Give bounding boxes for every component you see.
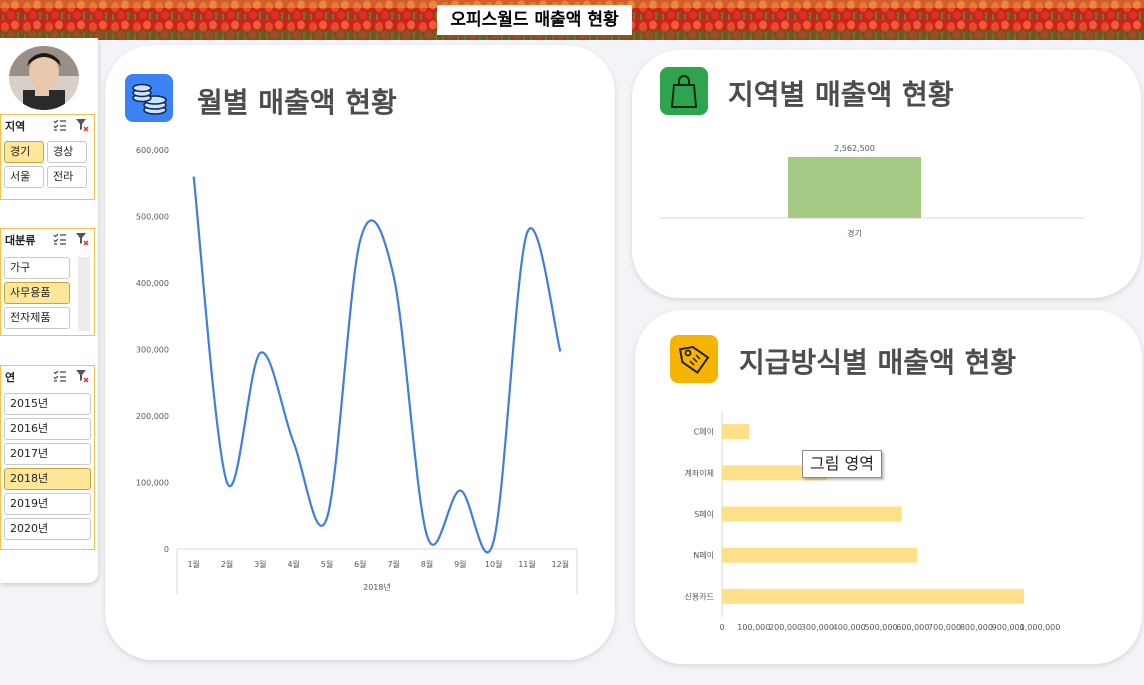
payment-x-tick-label: 100,000 [737,623,770,632]
payment-x-tick-label: 300,000 [801,623,834,632]
slicer-item-office-supplies[interactable]: 사무용품 [4,282,70,304]
year-slicer-header: 연 [5,371,16,384]
payment-hbar-chart[interactable]: C페이계좌이체 S페이 N페이신용카드 0 100,000200,000300,0004… [635,405,1105,640]
monthly-sales-card: 월별 매출액 현황 0 100,000 200,000 300,000 400,000 5… [105,45,615,660]
payment-x-tick-label: 0 [719,623,724,632]
payment-card-title: 지급방식별 매출액 현황 [739,346,1017,379]
profile-photo [9,46,79,110]
y-tick-label: 300,000 [136,346,169,355]
multi-select-icon[interactable] [53,118,67,132]
region-slicer-header: 지역 [5,120,26,133]
region-bar[interactable] [788,157,921,218]
slicer-scrollbar[interactable] [78,257,90,331]
region-data-label: 2,562,500 [834,144,875,153]
payment-bar[interactable] [722,588,1025,604]
dashboard-title: 오피스월드 매출액 현황 [437,5,632,35]
x-tick-label: 8월 [421,559,433,569]
plot-area-tooltip: 그림 영역 [802,450,882,478]
payment-category-label: N페이 [693,550,714,560]
y-tick-label: 400,000 [136,279,169,288]
monthly-line-chart[interactable]: 0 100,000 200,000 300,000 400,000 500,000 600,… [125,140,605,610]
slicer-item-jeolla[interactable]: 전라 [47,166,87,188]
y-tick-label: 0 [164,545,169,554]
slicer-item-2017[interactable]: 2017년 [4,443,91,465]
x-tick-label: 9월 [454,559,466,569]
region-bar-chart[interactable]: 2,562,500 경기 [657,140,1097,250]
slicer-item-2018[interactable]: 2018년 [4,468,91,490]
payment-bar[interactable] [722,506,902,522]
x-tick-label: 1월 [187,559,199,569]
slicer-item-seoul[interactable]: 서울 [4,166,44,188]
x-tick-label: 11월 [518,559,536,569]
slicer-item-2020[interactable]: 2020년 [4,518,91,540]
clear-filter-icon[interactable] [75,232,89,246]
x-axis-title: 2018년 [363,582,391,592]
x-tick-label: 4월 [287,559,299,569]
region-slicer: 지역 경기 경상 서울 전라 [0,114,95,200]
payment-category-label: S페이 [694,509,714,519]
payment-x-tick-label: 400,000 [833,623,866,632]
tulip-banner: 오피스월드 매출액 현황 [0,0,1144,40]
coins-icon [132,83,167,115]
region-category-label: 경기 [847,228,862,238]
x-tick-label: 12월 [552,559,570,569]
payment-category-label: 신용카드 [685,592,714,601]
payment-bar[interactable] [722,424,750,440]
payment-tile [670,335,718,383]
monthly-tile [125,74,173,122]
sales-line-series[interactable] [192,176,562,554]
x-tick-label: 3월 [254,559,266,569]
region-card-title: 지역별 매출액 현황 [728,78,954,111]
slicer-item-2015[interactable]: 2015년 [4,393,91,415]
y-tick-label: 100,000 [136,479,169,488]
category-slicer-header: 대분류 [5,234,36,247]
year-slicer: 연 2015년 2016년 2017년 2018년 2019년 2020년 [0,365,95,550]
slicer-item-electronics[interactable]: 전자제품 [4,307,70,329]
x-tick-label: 2월 [221,559,233,569]
payment-x-tick-label: 200,000 [769,623,802,632]
y-tick-label: 500,000 [136,213,169,222]
monthly-card-title: 월별 매출액 현황 [197,86,397,119]
y-tick-label: 600,000 [136,146,169,155]
slicer-panel: 지역 경기 경상 서울 전라 대분류 가구 사무용품 전자제품 연 2015년 … [0,38,98,583]
multi-select-icon[interactable] [53,232,67,246]
payment-category-label: 계좌이체 [685,468,714,478]
y-tick-label: 200,000 [136,412,169,421]
payment-category-label: C페이 [694,427,714,437]
payment-x-tick-label: 1,000,000 [1020,623,1061,632]
payment-x-tick-label: 700,000 [928,623,961,632]
clear-filter-icon[interactable] [75,118,89,132]
payment-bar[interactable] [722,547,918,563]
payment-x-tick-label: 600,000 [896,623,929,632]
x-tick-label: 5월 [321,559,333,569]
x-tick-label: 7월 [387,559,399,569]
slicer-item-2016[interactable]: 2016년 [4,418,91,440]
payment-sales-card: 지급방식별 매출액 현황 C페이계좌이체 S페이 N페이신용카드 0 100,000 20… [635,310,1142,664]
multi-select-icon[interactable] [53,369,67,383]
category-slicer: 대분류 가구 사무용품 전자제품 [0,228,95,336]
x-tick-label: 10월 [485,559,503,569]
slicer-item-gyeongsang[interactable]: 경상 [47,141,87,163]
payment-x-tick-label: 800,000 [960,623,993,632]
slicer-item-furniture[interactable]: 가구 [4,257,70,279]
slicer-item-2019[interactable]: 2019년 [4,493,91,515]
region-sales-card: 지역별 매출액 현황 2,562,500 경기 [632,50,1141,298]
slicer-item-gyeonggi[interactable]: 경기 [4,141,44,163]
price-tag-icon [678,345,710,375]
avatar [9,46,79,110]
shopping-bag-icon [670,75,698,108]
x-tick-label: 6월 [354,559,366,569]
clear-filter-icon[interactable] [75,369,89,383]
region-tile [660,67,708,115]
payment-x-tick-label: 500,000 [864,623,897,632]
